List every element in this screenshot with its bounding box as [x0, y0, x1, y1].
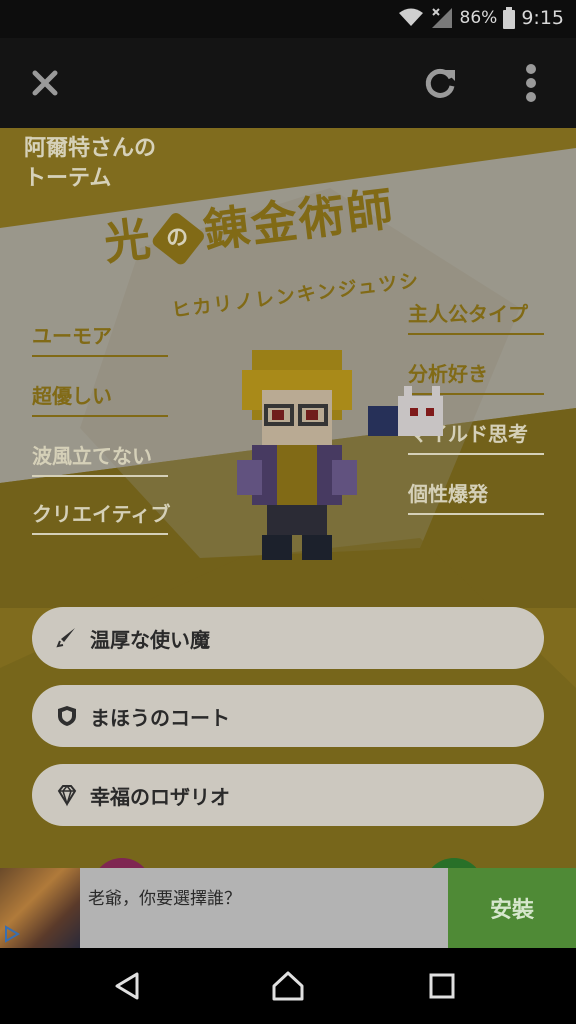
- shield-icon: [52, 701, 82, 731]
- home-icon: [272, 971, 304, 1001]
- close-button[interactable]: [18, 56, 72, 110]
- owner-line-1: 阿爾特さんの: [24, 136, 157, 161]
- item-button-2[interactable]: まほうのコート: [32, 685, 544, 747]
- trait-right-1: 主人公タイプ: [408, 298, 544, 335]
- refresh-icon: [425, 68, 455, 98]
- trait-left-3: 波風立てない: [32, 440, 168, 477]
- back-button[interactable]: [108, 966, 148, 1006]
- wifi-icon: [398, 8, 423, 26]
- status-icons: 86% 9:15: [398, 7, 564, 29]
- adchoices-icon[interactable]: [2, 924, 22, 944]
- more-options-button[interactable]: [504, 56, 558, 110]
- status-bar: 86% 9:15: [0, 0, 576, 38]
- item-label-2: まほうのコート: [90, 705, 230, 730]
- close-icon: [32, 70, 58, 96]
- item-button-1[interactable]: 温厚な使い魔: [32, 607, 544, 669]
- trait-right-4: 個性爆発: [408, 478, 544, 515]
- ad-banner[interactable]: 老爺，你要選擇誰？ 安裝: [0, 868, 576, 948]
- title-connector: の: [164, 223, 192, 252]
- diamond-icon: [52, 780, 82, 810]
- item-label-3: 幸福のロザリオ: [90, 784, 230, 809]
- battery-percent: 86%: [459, 8, 498, 28]
- signal-icon: [431, 8, 452, 28]
- navigation-bar: [0, 948, 576, 1024]
- item-label-1: 温厚な使い魔: [90, 627, 210, 652]
- owner-label: 阿爾特さんの トーテム: [24, 134, 156, 194]
- trait-left-2: 超優しい: [32, 380, 168, 417]
- recents-icon: [429, 973, 455, 999]
- sword-icon: [52, 623, 82, 653]
- refresh-button[interactable]: [414, 56, 468, 110]
- back-icon: [115, 972, 139, 1000]
- trait-left-1: ユーモア: [32, 320, 168, 357]
- ad-text: 老爺，你要選擇誰？: [88, 889, 241, 909]
- alchemist-character: [237, 350, 357, 560]
- owner-line-2: トーテム: [24, 166, 112, 191]
- more-vert-icon: [526, 64, 536, 102]
- totem-result-page: 阿爾特さんの トーテム 光の錬金術師 ヒカリノレンキンジュツシ ユーモア 超優し…: [0, 128, 576, 868]
- install-button[interactable]: 安裝: [448, 868, 576, 948]
- trait-left-4: クリエイティブ: [32, 498, 170, 535]
- home-button[interactable]: [268, 966, 308, 1006]
- familiar-creature: [368, 386, 443, 436]
- title-connector-badge: の: [150, 210, 207, 267]
- battery-icon: [503, 7, 516, 29]
- clock: 9:15: [521, 7, 564, 29]
- title-part-1: 光: [101, 211, 156, 271]
- browser-toolbar: [0, 38, 576, 128]
- recents-button[interactable]: [422, 966, 462, 1006]
- item-button-3[interactable]: 幸福のロザリオ: [32, 764, 544, 826]
